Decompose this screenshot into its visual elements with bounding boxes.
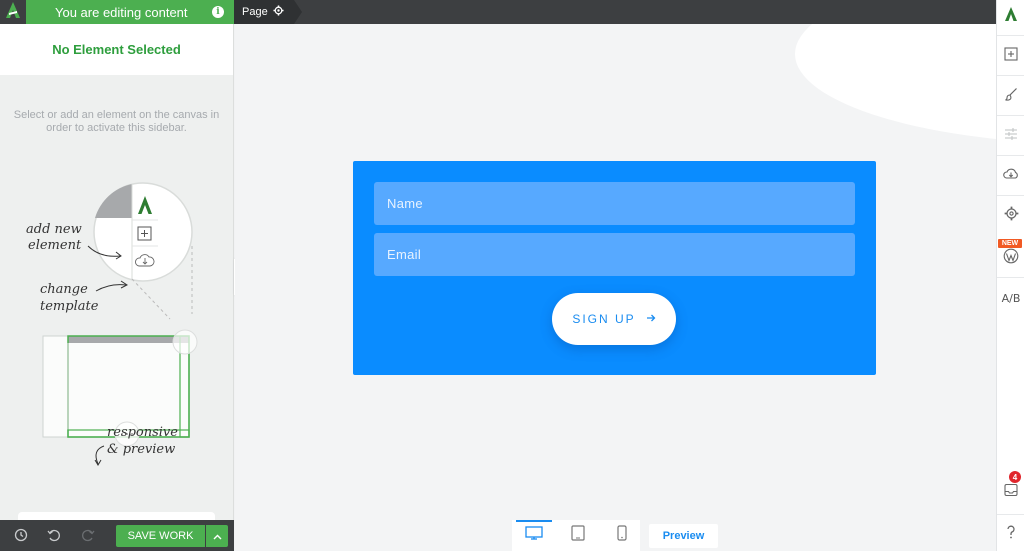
help-button[interactable] bbox=[997, 520, 1024, 548]
desktop-icon bbox=[525, 526, 543, 545]
signup-button[interactable]: SIGN UP bbox=[552, 293, 676, 345]
name-field[interactable]: Name bbox=[374, 182, 855, 225]
left-sidebar: No Element Selected Select or add an ele… bbox=[0, 24, 234, 520]
svg-text:template: template bbox=[40, 299, 99, 314]
tablet-icon bbox=[571, 525, 585, 546]
mobile-view-button[interactable] bbox=[604, 520, 640, 551]
page-tab-label: Page bbox=[242, 6, 268, 18]
logo-button[interactable] bbox=[0, 0, 26, 24]
ab-test-button[interactable]: A/B bbox=[997, 284, 1024, 312]
gear-icon bbox=[1004, 206, 1019, 226]
right-toolbar: NEW A/B 4 bbox=[996, 0, 1024, 551]
notifications-button[interactable] bbox=[997, 478, 1024, 506]
add-new-element-label: add new bbox=[26, 222, 82, 237]
thrive-menu-button[interactable] bbox=[997, 2, 1024, 30]
notification-count-badge: 4 bbox=[1009, 471, 1021, 483]
sidebar-hint: Select or add an element on the canvas i… bbox=[13, 109, 220, 134]
editing-banner: You are editing content i bbox=[26, 0, 234, 24]
thrive-logo-icon bbox=[1005, 6, 1017, 26]
sidebar-bottom-panel bbox=[18, 512, 215, 520]
clock-icon[interactable] bbox=[14, 528, 30, 544]
inbox-icon bbox=[1004, 483, 1018, 502]
sidebar-title: No Element Selected bbox=[0, 24, 233, 75]
arrow-right-icon bbox=[646, 312, 656, 326]
redo-icon[interactable] bbox=[81, 528, 97, 544]
save-options-button[interactable] bbox=[206, 525, 228, 547]
change-template-label: change bbox=[40, 282, 88, 297]
tablet-view-button[interactable] bbox=[560, 520, 596, 551]
svg-text:element: element bbox=[28, 238, 82, 253]
help-icon bbox=[1005, 524, 1017, 545]
brush-icon bbox=[1004, 87, 1018, 106]
editor-canvas[interactable]: Name Email SIGN UP bbox=[235, 24, 996, 520]
save-work-button[interactable]: SAVE WORK bbox=[116, 525, 205, 547]
central-style-button[interactable] bbox=[997, 82, 1024, 110]
thrive-logo-icon bbox=[6, 1, 20, 23]
device-switcher bbox=[512, 520, 640, 551]
editor-app: You are editing content i Page No Elemen… bbox=[0, 0, 1024, 551]
device-bar: Preview bbox=[235, 520, 996, 551]
signup-label: SIGN UP bbox=[572, 312, 636, 326]
template-cloud-button[interactable] bbox=[997, 162, 1024, 190]
canvas-background-shape bbox=[795, 24, 996, 144]
desktop-view-button[interactable] bbox=[516, 520, 552, 551]
wordpress-button[interactable] bbox=[997, 244, 1024, 272]
plus-box-icon bbox=[1004, 46, 1018, 66]
wordpress-icon bbox=[1003, 248, 1019, 269]
sliders-icon bbox=[1004, 127, 1018, 146]
page-settings-tab[interactable]: Page bbox=[234, 0, 302, 24]
mobile-icon bbox=[617, 525, 627, 546]
signup-form-block[interactable]: Name Email SIGN UP bbox=[353, 161, 876, 375]
settings-button[interactable] bbox=[997, 202, 1024, 230]
responsive-preview-label: responsive & preview bbox=[107, 425, 178, 457]
settings-sliders-button[interactable] bbox=[997, 122, 1024, 150]
preview-button[interactable]: Preview bbox=[649, 524, 718, 548]
add-element-button[interactable] bbox=[997, 42, 1024, 70]
gear-icon bbox=[273, 5, 284, 19]
undo-icon[interactable] bbox=[47, 528, 63, 544]
email-field[interactable]: Email bbox=[374, 233, 855, 276]
chevron-up-icon bbox=[213, 527, 222, 545]
cloud-download-icon bbox=[1003, 167, 1019, 186]
ab-test-label: A/B bbox=[1001, 291, 1021, 305]
editing-banner-text: You are editing content bbox=[55, 4, 188, 20]
info-icon[interactable]: i bbox=[212, 6, 224, 18]
